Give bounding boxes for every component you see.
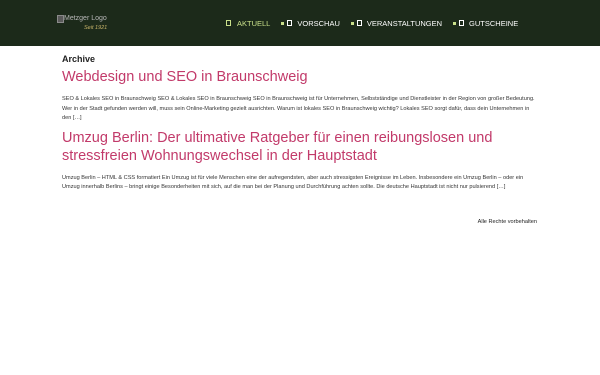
bullet-icon (350, 21, 354, 25)
nav-label: GUTSCHEINE (469, 18, 519, 28)
post-title-link[interactable]: Webdesign und SEO in Braunschweig (62, 68, 540, 86)
nav-item-aktuell[interactable]: AKTUELL (226, 19, 270, 28)
main-nav: AKTUELL VORSCHAU VERANSTALTUNGEN GUTSCHE… (226, 15, 529, 31)
nav-label: VORSCHAU (297, 18, 340, 28)
post-excerpt: SEO & Lokales SEO in Braunschweig SEO & … (62, 96, 535, 121)
logo-tagline: Seit 1921 (84, 25, 108, 31)
nav-item-veranstaltungen[interactable]: VERANSTALTUNGEN (350, 18, 443, 28)
site-header: Metzger Logo Seit 1921 AKTUELL VORSCHAU … (0, 0, 600, 46)
post-excerpt: Umzug Berlin – HTML & CSS formatiert Ein… (62, 174, 524, 191)
logo-alt-text: Metzger Logo (64, 15, 107, 22)
nav-label: AKTUELL (237, 18, 271, 28)
nav-item-gutscheine[interactable]: GUTSCHEINE (453, 19, 518, 28)
archive-heading: Archive (62, 54, 96, 64)
post-item: Webdesign und SEO in Braunschweig SEO & … (62, 68, 540, 124)
gift-icon (459, 20, 465, 26)
footer-rights: Alle Rechte vorbehalten (477, 219, 537, 225)
bullet-icon (281, 21, 285, 25)
post-title-link[interactable]: Umzug Berlin: Der ultimative Ratgeber fü… (62, 129, 540, 165)
main-content: Archive Webdesign und SEO in Braunschwei… (62, 54, 540, 198)
bullet-icon (453, 21, 457, 25)
nav-label: VERANSTALTUNGEN (366, 18, 443, 28)
news-icon (287, 20, 293, 26)
post-item: Umzug Berlin: Der ultimative Ratgeber fü… (62, 129, 540, 193)
document-icon (226, 20, 231, 26)
nav-item-vorschau[interactable]: VORSCHAU (281, 19, 340, 28)
calendar-icon (356, 20, 362, 26)
site-logo[interactable]: Metzger Logo Seit 1921 (57, 15, 147, 35)
broken-image-icon (57, 15, 64, 23)
